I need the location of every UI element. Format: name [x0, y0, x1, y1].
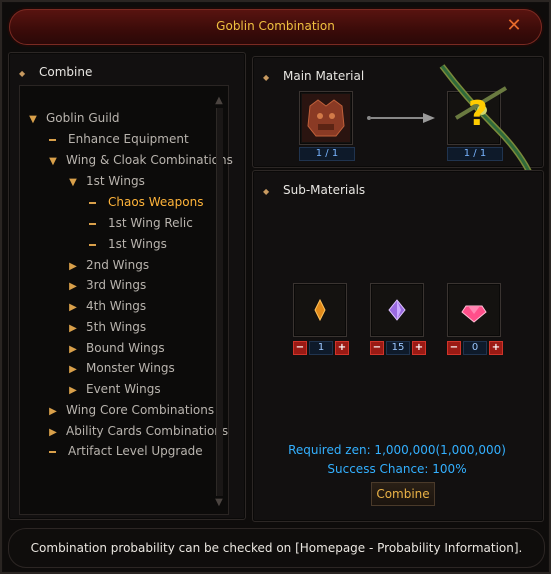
tree-item-2nd-wings[interactable]: ▶ 2nd Wings [66, 258, 149, 272]
diamond-bullet-icon: ◆ [263, 187, 270, 196]
tree-item-1st-wings[interactable]: 1st Wings [86, 237, 167, 251]
tree-item-enhance-equipment[interactable]: Enhance Equipment [46, 132, 189, 146]
success-chance-text: Success Chance: 100% [327, 462, 467, 476]
combine-header-label: Combine [38, 65, 93, 79]
title-bar: Goblin Combination ✕ [9, 9, 542, 45]
arrow-right-icon: ▶ [69, 323, 77, 334]
dash-icon [49, 138, 56, 141]
purple-gem-icon [388, 299, 406, 321]
tree-item-monster-wings[interactable]: ▶ Monster Wings [66, 361, 175, 375]
scroll-track[interactable] [216, 108, 223, 496]
main-material-slot[interactable] [299, 91, 353, 145]
result-slot[interactable]: ? [439, 64, 536, 189]
dash-icon [89, 222, 96, 225]
sub-material-slot-1[interactable] [293, 283, 347, 337]
demon-armor-icon [302, 94, 350, 142]
sub-material-slot-2[interactable] [370, 283, 424, 337]
footer-text: Combination probability can be checked o… [30, 541, 523, 555]
decrease-button-1[interactable]: − [293, 341, 307, 355]
diamond-bullet-icon: ◆ [263, 73, 270, 82]
tree-item-goblin-guild[interactable]: ▼ Goblin Guild [26, 111, 119, 125]
result-count: 1 / 1 [447, 147, 503, 161]
arrow-down-icon: ▼ [49, 156, 57, 167]
tree-item-ability-cards[interactable]: ▶ Ability Cards Combinations [46, 424, 228, 438]
tree-item-bound-wings[interactable]: ▶ Bound Wings [66, 341, 165, 355]
main-material-count: 1 / 1 [299, 147, 355, 161]
close-button[interactable]: ✕ [504, 16, 524, 36]
footer-notice: Combination probability can be checked o… [8, 528, 545, 568]
combine-panel: ◆ Combine ▼ Goblin Guild Enhance Equipmen… [8, 52, 246, 520]
decrease-button-2[interactable]: − [370, 341, 384, 355]
sub-material-count-3[interactable]: 0 [463, 341, 487, 355]
scroll-up-icon[interactable]: ▲ [212, 96, 226, 106]
arrow-down-icon: ▼ [29, 114, 37, 125]
unknown-result-icon: ? [468, 94, 488, 134]
tree-item-event-wings[interactable]: ▶ Event Wings [66, 382, 160, 396]
increase-button-2[interactable]: + [412, 341, 426, 355]
arrow-right-icon: ▶ [69, 302, 77, 313]
tree-item-4th-wings[interactable]: ▶ 4th Wings [66, 299, 146, 313]
decrease-button-3[interactable]: − [447, 341, 461, 355]
combine-header: ◆ Combine [19, 65, 92, 79]
main-material-header: ◆ Main Material [263, 69, 365, 83]
dash-icon [89, 201, 96, 204]
pink-gem-icon [461, 305, 487, 323]
arrow-right-icon: ▶ [69, 281, 77, 292]
diamond-bullet-icon: ◆ [19, 69, 26, 78]
arrow-right-icon: ▶ [69, 261, 77, 272]
arrow-right-icon: ▶ [69, 344, 77, 355]
arrow-right-icon: ▶ [49, 427, 57, 438]
tree-scrollbar[interactable]: ▲ ▼ [212, 96, 226, 508]
sub-material-count-2[interactable]: 15 [386, 341, 410, 355]
tree-item-wing-cloak[interactable]: ▼ Wing & Cloak Combinations [46, 153, 233, 167]
tree-item-3rd-wings[interactable]: ▶ 3rd Wings [66, 278, 146, 292]
tree-item-artifact-level-upgrade[interactable]: Artifact Level Upgrade [46, 444, 203, 458]
tree-item-1st-wing-relic[interactable]: 1st Wing Relic [86, 216, 193, 230]
arrow-right-icon: ▶ [69, 364, 77, 375]
arrow-right-icon: ▶ [69, 385, 77, 396]
main-material-panel: ◆ Main Material 1 / 1 ? 1 / 1 [252, 56, 544, 189]
tree-item-5th-wings[interactable]: ▶ 5th Wings [66, 320, 146, 334]
dash-icon [89, 243, 96, 246]
orange-gem-icon [314, 298, 326, 322]
sub-material-slot-3[interactable] [447, 283, 501, 337]
tree-item-chaos-weapons[interactable]: Chaos Weapons [86, 195, 203, 209]
combination-tree: ▼ Goblin Guild Enhance Equipment ▼ Wing & … [19, 85, 233, 515]
arrow-right-long-icon [367, 113, 435, 123]
sub-materials-header: ◆ Sub-Materials [263, 183, 366, 197]
scroll-down-icon[interactable]: ▼ [212, 498, 226, 508]
dash-icon [49, 450, 56, 453]
tree-item-1st-wings-group[interactable]: ▼ 1st Wings [66, 174, 145, 188]
combine-button[interactable]: Combine [371, 482, 435, 506]
required-zen-text: Required zen: 1,000,000(1,000,000) [288, 443, 506, 457]
increase-button-3[interactable]: + [489, 341, 503, 355]
arrow-right-icon: ▶ [49, 406, 57, 417]
increase-button-1[interactable]: + [335, 341, 349, 355]
goblin-combination-window: Goblin Combination ✕ ◆ Combine ▼ Goblin G… [0, 0, 551, 574]
window-title: Goblin Combination [216, 19, 335, 33]
tree-item-wing-core[interactable]: ▶ Wing Core Combinations [46, 403, 214, 417]
arrow-down-icon: ▼ [69, 177, 77, 188]
sub-material-count-1[interactable]: 1 [309, 341, 333, 355]
